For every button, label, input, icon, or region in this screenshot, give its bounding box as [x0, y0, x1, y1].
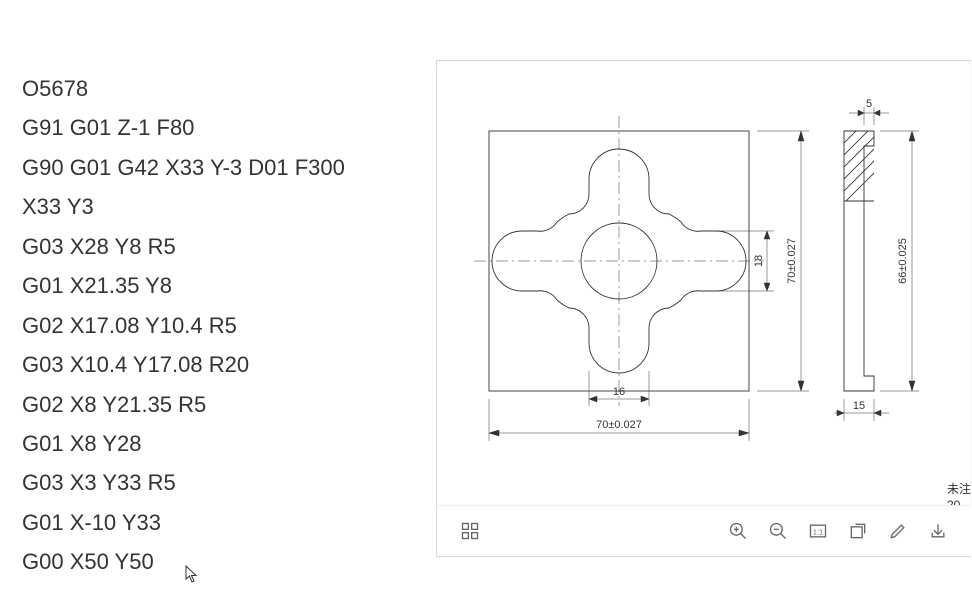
download-icon[interactable]	[927, 520, 949, 542]
code-line: G01 X8 Y28	[22, 425, 422, 464]
dim-right-height: 66±0.025	[897, 238, 909, 284]
dim-inner: 16	[613, 386, 625, 398]
mouse-cursor	[185, 565, 199, 583]
svg-text:1:1: 1:1	[813, 527, 823, 536]
grid-icon[interactable]	[459, 520, 481, 542]
open-external-icon[interactable]	[847, 520, 869, 542]
preview-toolbar: 1:1	[437, 505, 971, 556]
fit-icon[interactable]: 1:1	[807, 520, 829, 542]
drawing-preview-panel: 70±0.027 16	[436, 60, 971, 557]
code-line: G01 X-10 Y33	[22, 504, 422, 543]
code-line: G02 X8 Y21.35 R5	[22, 386, 422, 425]
dim-small-vertical: 18	[753, 255, 765, 267]
code-line: G91 G01 Z-1 F80	[22, 109, 422, 148]
dim-right-bottom: 15	[853, 400, 865, 412]
code-line: G03 X10.4 Y17.08 R20	[22, 346, 422, 385]
zoom-in-icon[interactable]	[727, 520, 749, 542]
dim-height: 70±0.027	[786, 238, 798, 284]
pencil-icon[interactable]	[887, 520, 909, 542]
dim-notch: 5	[866, 98, 872, 110]
code-line: G90 G01 G42 X33 Y-3 D01 F300	[22, 149, 422, 188]
zoom-out-icon[interactable]	[767, 520, 789, 542]
code-line: G03 X28 Y8 R5	[22, 228, 422, 267]
gcode-listing: O5678 G91 G01 Z-1 F80 G90 G01 G42 X33 Y-…	[22, 70, 422, 583]
code-line: G03 X3 Y33 R5	[22, 464, 422, 503]
dim-width: 70±0.027	[596, 419, 642, 431]
technical-drawing: 70±0.027 16	[444, 96, 964, 466]
code-line: G02 X17.08 Y10.4 R5	[22, 307, 422, 346]
code-line: G00 X50 Y50	[22, 543, 422, 582]
drawing-viewport[interactable]: 70±0.027 16	[437, 61, 971, 501]
code-line: G01 X21.35 Y8	[22, 267, 422, 306]
code-line: O5678	[22, 70, 422, 109]
code-line: X33 Y3	[22, 188, 422, 227]
note-line: 未注	[947, 481, 971, 497]
